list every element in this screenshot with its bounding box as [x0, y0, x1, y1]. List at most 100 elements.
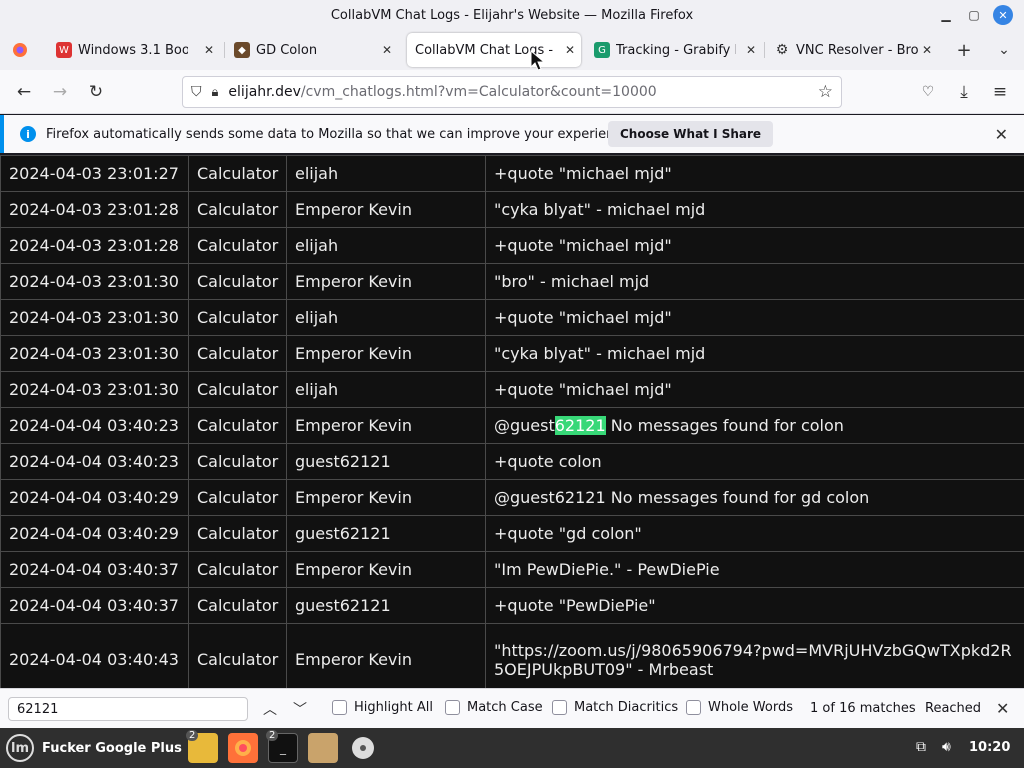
table-row: 2024-04-04 03:40:29 Calculator guest62121 +… — [0, 515, 1024, 552]
table-row: 2024-04-04 03:40:29 Calculator Emperor Kev… — [0, 479, 1024, 516]
minimize-icon[interactable]: ▁ — [936, 5, 956, 25]
table-row: 2024-04-04 03:40:37 Calculator guest62121 +… — [0, 587, 1024, 624]
timestamp-cell: 2024-04-04 03:40:29 — [0, 479, 189, 516]
find-input[interactable] — [8, 697, 248, 721]
start-menu-button[interactable]: lm Fucker Google Plus — [6, 732, 182, 764]
back-icon[interactable]: ← — [12, 80, 36, 104]
tab-windows-boot[interactable]: W Windows 3.1 Boot Fl ✕ — [50, 33, 220, 67]
tab-strip: W Windows 3.1 Boot Fl ✕ ◆ GD Colon ✕ Col… — [0, 30, 1024, 71]
disc-icon[interactable] — [348, 733, 378, 763]
username-cell: Emperor Kevin — [286, 191, 486, 228]
firefox-view-icon[interactable] — [8, 38, 32, 62]
tab-separator — [224, 42, 225, 58]
close-tab-icon[interactable]: ✕ — [922, 43, 932, 57]
clock[interactable]: 10:20 — [969, 740, 1010, 755]
navigation-bar: ← → ↻ ⛉ 🔒︎ elijahr.dev/cvm_chatlogs.html… — [0, 70, 1024, 114]
timestamp-cell: 2024-04-04 03:40:23 — [0, 407, 189, 444]
window-title: CollabVM Chat Logs - Elijahr's Website —… — [330, 7, 694, 23]
firefox-icon[interactable] — [228, 733, 258, 763]
tab-separator — [764, 42, 765, 58]
choose-what-i-share-button[interactable]: Choose What I Share — [608, 121, 774, 147]
find-bar: ︿ ﹀ Highlight All Match Case Match Diacr… — [0, 688, 1024, 728]
username-cell: Emperor Kevin — [286, 623, 486, 688]
timestamp-cell: 2024-04-03 23:01:28 — [0, 227, 189, 264]
whole-words-checkbox[interactable]: Whole Words — [686, 700, 793, 715]
find-next-icon[interactable]: ﹀ — [290, 697, 310, 721]
username-cell: Emperor Kevin — [286, 551, 486, 588]
mouse-cursor-icon — [530, 50, 546, 71]
close-window-icon[interactable]: ✕ — [993, 5, 1013, 25]
checkbox-label: Match Case — [467, 700, 543, 715]
close-icon[interactable]: ✕ — [995, 125, 1008, 144]
message-cell: @guest62121 No messages found for colon — [485, 407, 1024, 444]
message-cell: "cyka blyat" - michael mjd — [485, 335, 1024, 372]
title-bar: CollabVM Chat Logs - Elijahr's Website —… — [0, 0, 1024, 30]
new-tab-icon[interactable]: + — [952, 38, 976, 62]
vm-cell: Calculator — [188, 443, 287, 480]
timestamp-cell: 2024-04-03 23:01:30 — [0, 263, 189, 300]
checkbox-box[interactable] — [332, 700, 347, 715]
close-tab-icon[interactable]: ✕ — [204, 43, 214, 57]
tab-grabify[interactable]: G Tracking - Grabify IP ✕ — [588, 33, 762, 67]
tab-vnc-resolver[interactable]: ⚙ VNC Resolver - Brow ✕ — [768, 33, 938, 67]
url-text[interactable]: elijahr.dev/cvm_chatlogs.html?vm=Calcula… — [228, 84, 656, 100]
list-all-tabs-icon[interactable]: ⌄ — [992, 38, 1016, 62]
reached-end-notice: Reached e — [925, 701, 985, 716]
timestamp-cell: 2024-04-03 23:01:30 — [0, 371, 189, 408]
url-bar[interactable]: ⛉ 🔒︎ elijahr.dev/cvm_chatlogs.html?vm=Ca… — [182, 76, 842, 108]
telemetry-notification: i Firefox automatically sends some data … — [0, 115, 1024, 153]
close-find-bar-icon[interactable]: ✕ — [996, 699, 1009, 718]
message-cell: "cyka blyat" - michael mjd — [485, 191, 1024, 228]
info-icon: i — [20, 126, 36, 142]
find-previous-icon[interactable]: ︿ — [260, 697, 280, 721]
vm-cell: Calculator — [188, 551, 287, 588]
chat-log-content: 2024-04-03 23:01:27 Calculator elijah +quot… — [0, 155, 1024, 688]
pocket-icon[interactable]: ♡ — [916, 80, 940, 104]
match-diacritics-checkbox[interactable]: Match Diacritics — [552, 700, 678, 715]
message-cell: "bro" - michael mjd — [485, 263, 1024, 300]
timestamp-cell: 2024-04-04 03:40:23 — [0, 443, 189, 480]
taskbar: lm Fucker Google Plus 2 _ 2 ⧉ 🔊︎ 10:20 — [0, 728, 1024, 768]
forward-icon[interactable]: → — [48, 80, 72, 104]
checkbox-box[interactable] — [445, 700, 460, 715]
network-icon[interactable]: ⧉ — [916, 739, 926, 755]
match-case-checkbox[interactable]: Match Case — [445, 700, 543, 715]
close-tab-icon[interactable]: ✕ — [382, 43, 392, 57]
table-row: 2024-04-03 23:01:30 Calculator elijah +quot… — [0, 371, 1024, 408]
vm-cell: Calculator — [188, 299, 287, 336]
message-cell: "Im PewDiePie." - PewDiePie — [485, 551, 1024, 588]
checkbox-label: Match Diacritics — [574, 700, 679, 715]
bookmark-star-icon[interactable]: ☆ — [818, 82, 833, 102]
tab-label: Tracking - Grabify IP — [616, 42, 736, 58]
highlight-all-checkbox[interactable]: Highlight All — [332, 700, 433, 715]
archive-manager-icon[interactable] — [308, 733, 338, 763]
vm-cell: Calculator — [188, 191, 287, 228]
downloads-icon[interactable]: ⤓ — [952, 80, 976, 104]
table-row: 2024-04-03 23:01:27 Calculator elijah +quot… — [0, 155, 1024, 192]
menu-icon[interactable]: ≡ — [988, 80, 1012, 104]
username-cell: guest62121 — [286, 443, 486, 480]
message-cell: +quote "michael mjd" — [485, 371, 1024, 408]
close-tab-icon[interactable]: ✕ — [746, 43, 756, 57]
close-tab-icon[interactable]: ✕ — [565, 43, 575, 57]
table-row: 2024-04-04 03:40:43 Calculator Emperor Kev… — [0, 623, 1024, 688]
chat-log-body: 2024-04-03 23:01:27 Calculator elijah +quot… — [0, 155, 1024, 688]
maximize-icon[interactable]: ▢ — [964, 5, 984, 25]
reload-icon[interactable]: ↻ — [84, 80, 108, 104]
match-count: 1 of 16 matches — [810, 701, 916, 716]
message-cell: @guest62121 No messages found for gd col… — [485, 479, 1024, 516]
mint-logo-icon: lm — [6, 734, 34, 762]
checkbox-box[interactable] — [552, 700, 567, 715]
tab-label: GD Colon — [256, 42, 318, 58]
tab-collabvm-chat-logs[interactable]: CollabVM Chat Logs - E ✕ — [407, 33, 581, 67]
shield-icon[interactable]: ⛉ — [191, 84, 202, 100]
checkbox-box[interactable] — [686, 700, 701, 715]
username-cell: Emperor Kevin — [286, 407, 486, 444]
vm-cell: Calculator — [188, 623, 287, 688]
tab-gd-colon[interactable]: ◆ GD Colon ✕ — [228, 33, 398, 67]
volume-icon[interactable]: 🔊︎ — [942, 739, 951, 755]
username-cell: elijah — [286, 299, 486, 336]
vm-cell: Calculator — [188, 479, 287, 516]
vm-cell: Calculator — [188, 263, 287, 300]
lock-icon[interactable]: 🔒︎ — [212, 85, 219, 100]
